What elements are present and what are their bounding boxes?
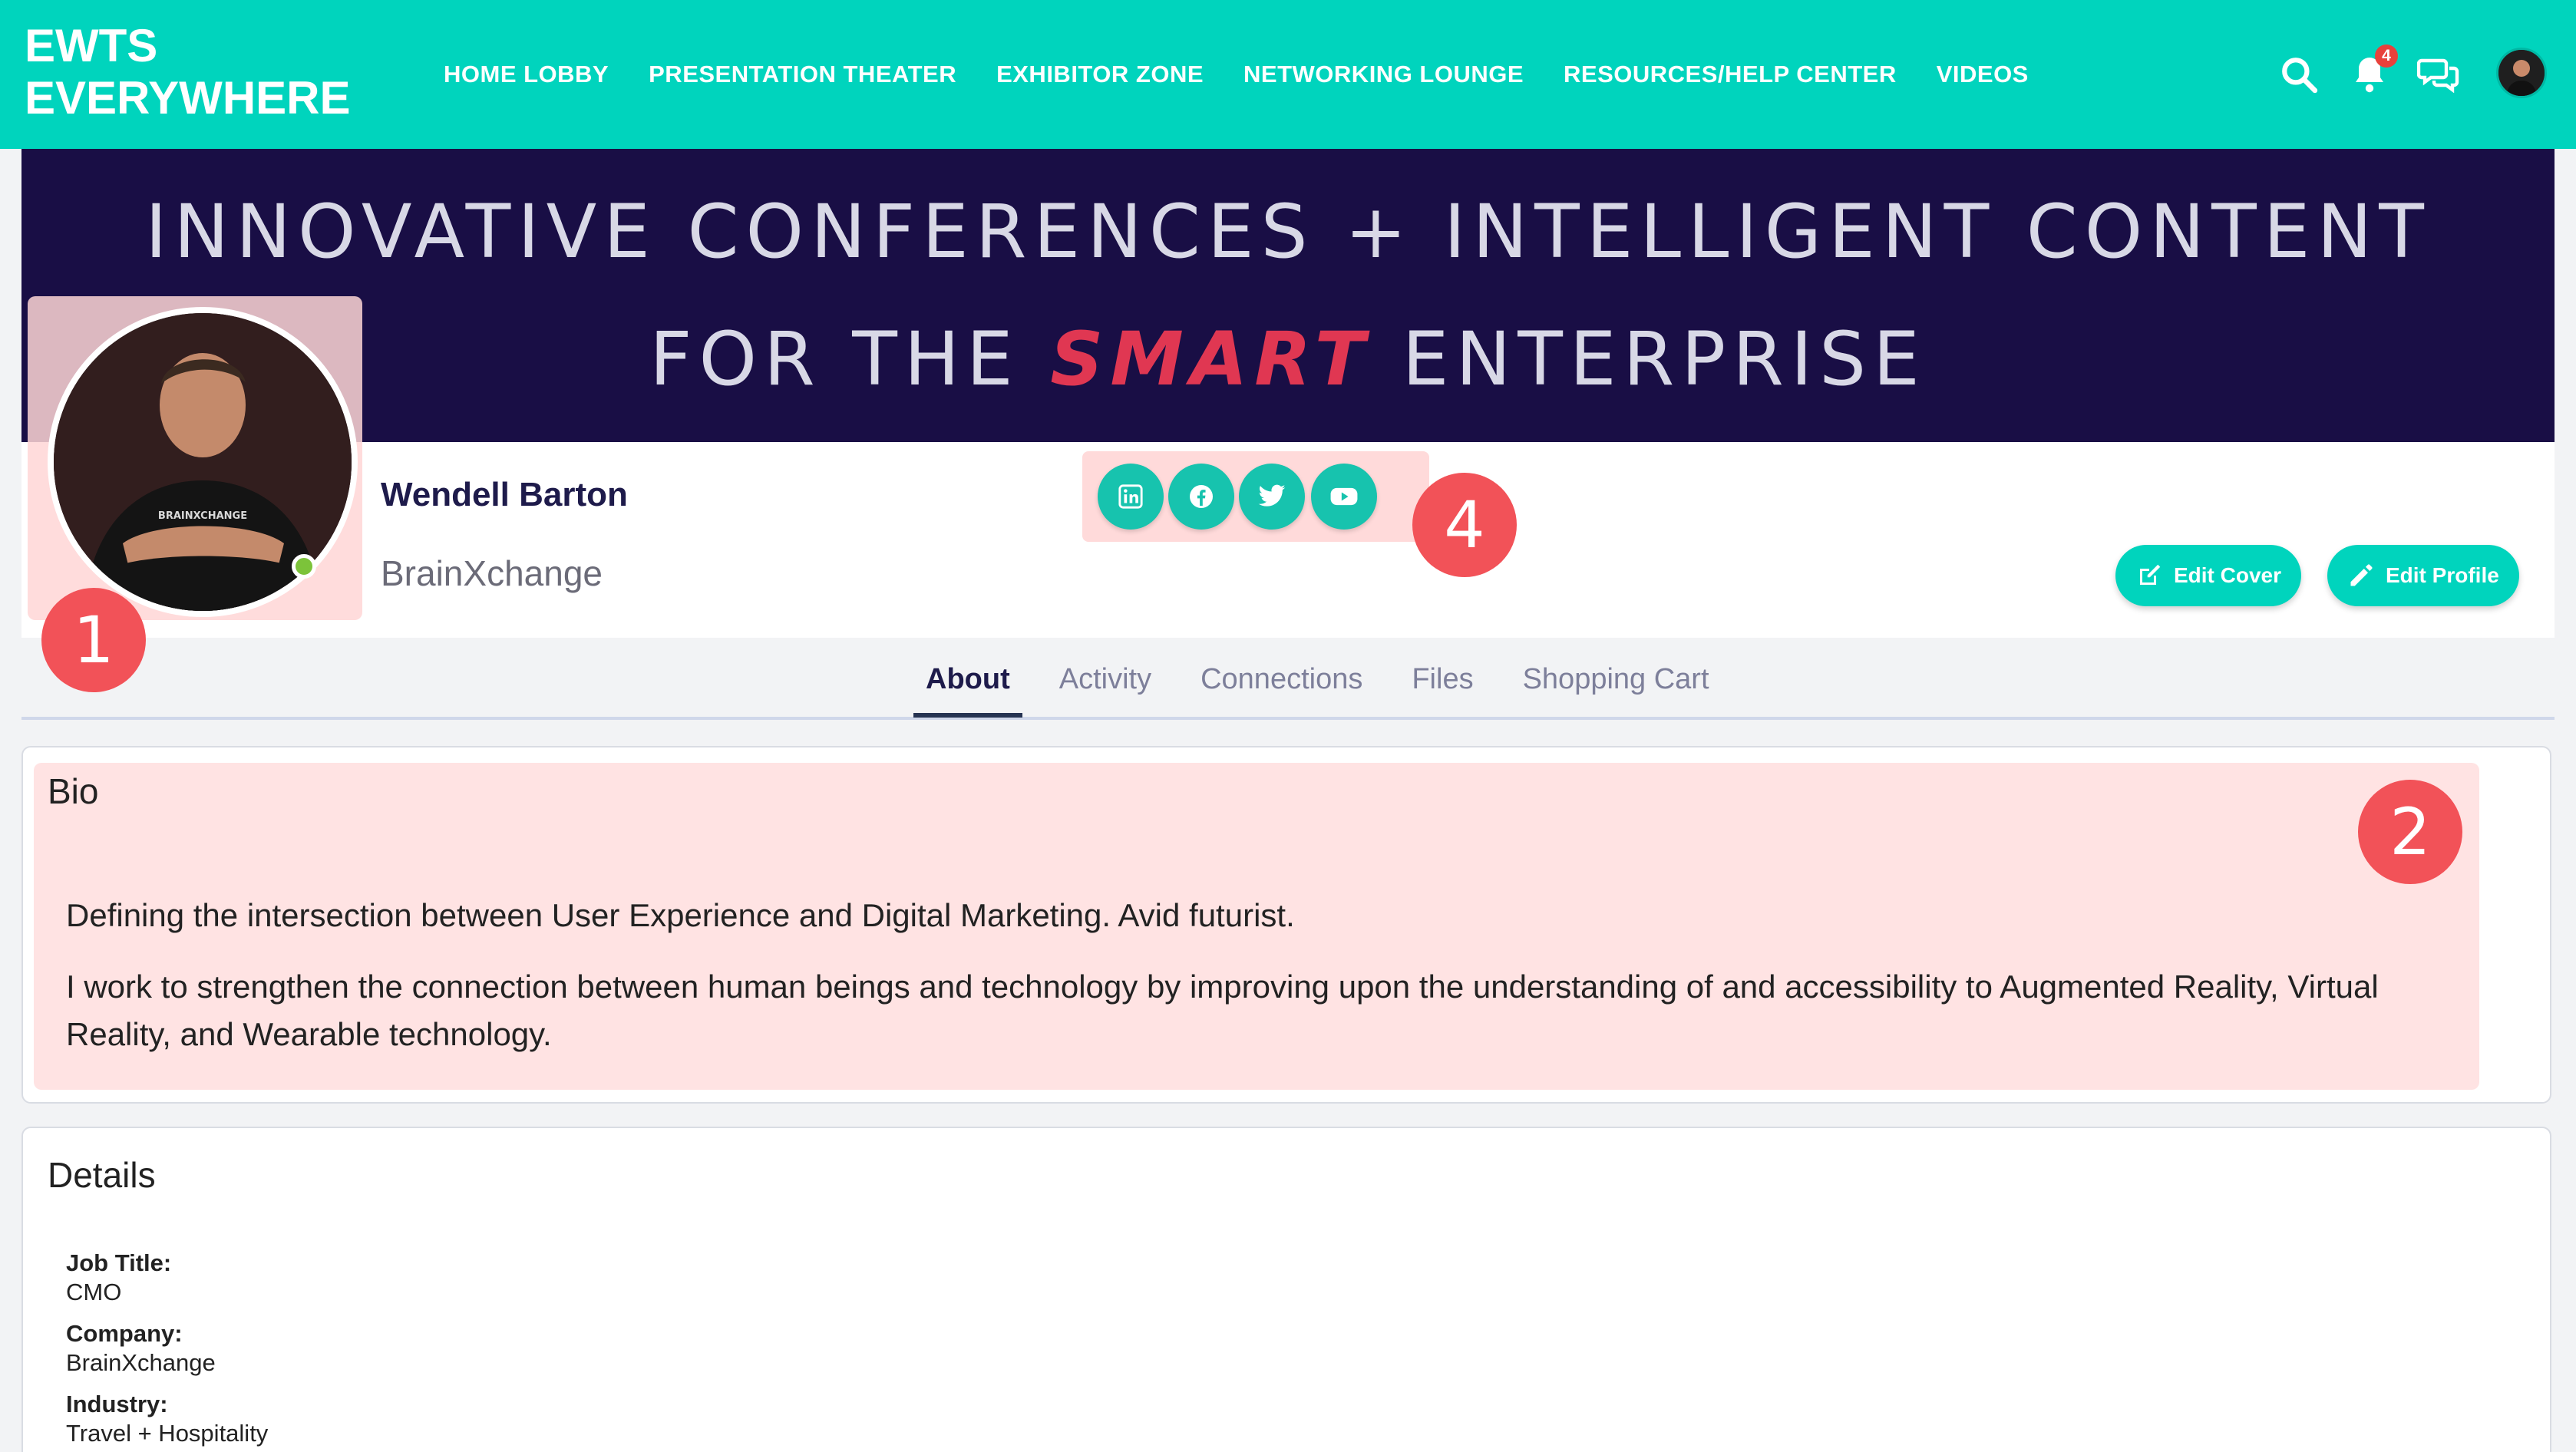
online-status-dot [292, 554, 316, 579]
details-card [21, 1127, 2551, 1452]
profile-company: BrainXchange [381, 553, 603, 593]
brand-line-2: EVERYWHERE [25, 72, 351, 124]
brand-logo[interactable]: EWTS EVERYWHERE [25, 20, 351, 124]
youtube-icon[interactable] [1311, 464, 1377, 530]
banner-line-2: FOR THE SMART ENTERPRISE [649, 317, 1927, 401]
tab-about[interactable]: About [913, 651, 1022, 718]
annotation-marker-2: 2 [2358, 780, 2462, 884]
cover-banner: INNOVATIVE CONFERENCES + INTELLIGENT CON… [21, 149, 2555, 442]
edit-square-icon [2140, 564, 2161, 585]
nav-videos[interactable]: VIDEOS [1937, 61, 2029, 88]
detail-label-job-title: Job Title: [66, 1249, 172, 1276]
shirt-logo-text: BRAINXCHANGE [158, 510, 247, 522]
detail-value-industry: Travel + Hospitality [66, 1420, 269, 1447]
nav-home-lobby[interactable]: HOME LOBBY [444, 61, 609, 88]
nav-networking-lounge[interactable]: NETWORKING LOUNGE [1243, 61, 1524, 88]
nav-exhibitor-zone[interactable]: EXHIBITOR ZONE [996, 61, 1204, 88]
nav-presentation-theater[interactable]: PRESENTATION THEATER [649, 61, 956, 88]
banner-highlight: SMART [1050, 316, 1372, 402]
avatar-image [2498, 50, 2545, 96]
facebook-icon[interactable] [1168, 464, 1234, 530]
banner-line-2-prefix: FOR THE [649, 316, 1051, 402]
edit-cover-button[interactable]: Edit Cover [2115, 545, 2302, 606]
brand-line-1: EWTS [25, 20, 158, 71]
linkedin-icon[interactable] [1098, 464, 1164, 530]
detail-value-company: BrainXchange [66, 1349, 216, 1376]
edit-profile-label: Edit Profile [2386, 563, 2499, 587]
profile-name: Wendell Barton [381, 476, 628, 513]
detail-label-company: Company: [66, 1320, 183, 1347]
annotation-marker-1: 1 [41, 588, 146, 692]
detail-label-industry: Industry: [66, 1391, 168, 1417]
edit-profile-button[interactable]: Edit Profile [2327, 545, 2519, 606]
details-title: Details [48, 1155, 156, 1195]
banner-line-2-suffix: ENTERPRISE [1372, 316, 1927, 402]
main-nav: HOME LOBBY PRESENTATION THEATER EXHIBITO… [444, 0, 2029, 149]
tab-shopping-cart[interactable]: Shopping Cart [1511, 651, 1722, 713]
nav-resources-help-center[interactable]: RESOURCES/HELP CENTER [1564, 61, 1897, 88]
tab-files[interactable]: Files [1399, 651, 1485, 713]
bio-paragraph-1: Defining the intersection between User E… [66, 897, 1295, 933]
bio-title: Bio [48, 771, 99, 811]
tab-activity[interactable]: Activity [1047, 651, 1164, 713]
bio-paragraph-2: I work to strengthen the connection betw… [66, 969, 2379, 1052]
pencil-icon [2350, 564, 2373, 586]
search-icon[interactable] [2272, 48, 2326, 101]
user-avatar-menu[interactable] [2496, 48, 2547, 98]
profile-tabs: About Activity Connections Files Shoppin… [913, 651, 1722, 721]
banner-line-1: INNOVATIVE CONFERENCES + INTELLIGENT CON… [145, 189, 2431, 275]
notifications-button[interactable]: 4 [2343, 45, 2398, 101]
notification-badge: 4 [2375, 45, 2398, 68]
tab-connections[interactable]: Connections [1188, 651, 1375, 713]
twitter-icon[interactable] [1239, 464, 1305, 530]
edit-cover-label: Edit Cover [2174, 563, 2282, 587]
detail-value-job-title: CMO [66, 1279, 122, 1305]
messages-icon[interactable] [2412, 48, 2465, 101]
annotation-marker-4: 4 [1412, 473, 1517, 577]
